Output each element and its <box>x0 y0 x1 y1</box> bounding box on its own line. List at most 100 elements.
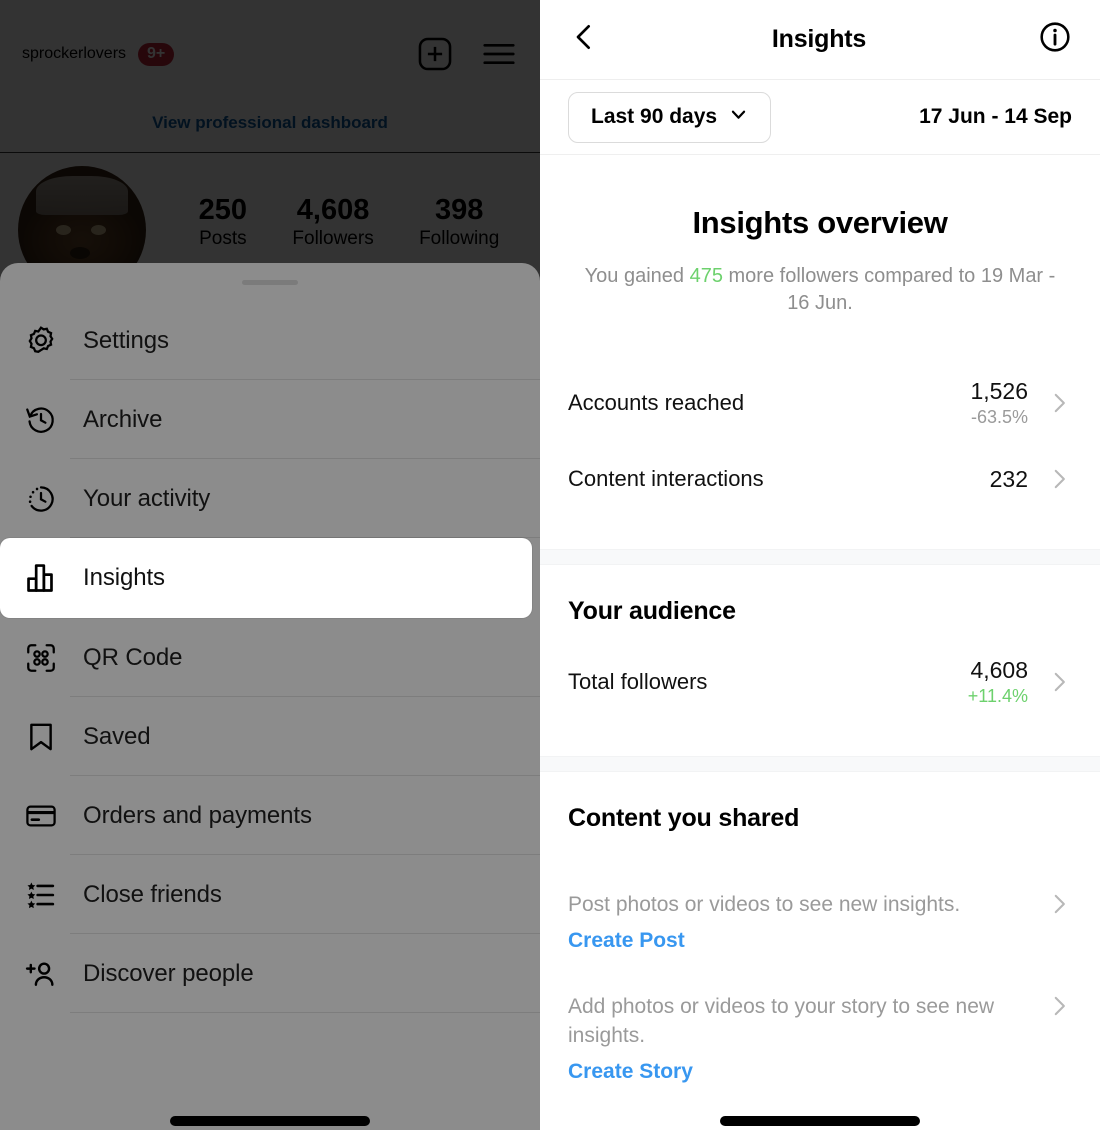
metric-values: 4,608 +11.4% <box>968 657 1028 707</box>
stat-posts-value: 250 <box>198 194 248 226</box>
date-range-value: 17 Jun - 14 Sep <box>919 105 1072 128</box>
shared-row-text: Add photos or videos to your story to se… <box>568 995 995 1047</box>
overview-subtitle: You gained 475 more followers compared t… <box>580 263 1060 317</box>
chevron-down-icon <box>729 105 748 130</box>
back-chevron-icon[interactable] <box>568 21 600 58</box>
qr-code-icon <box>12 641 70 675</box>
date-range-bar: Last 90 days 17 Jun - 14 Sep <box>540 80 1100 155</box>
profile-menu-list: Settings Archive Your activity Insights … <box>0 301 540 1013</box>
menu-item-qr-code[interactable]: QR Code <box>0 618 540 697</box>
menu-item-saved[interactable]: Saved <box>0 697 540 776</box>
new-post-icon[interactable] <box>416 35 454 73</box>
instagram-profile-panel: sprockerlovers 9+ View professional dash… <box>0 0 540 1130</box>
overview-subtitle-suffix: more followers compared to 19 Mar - 16 J… <box>722 265 1056 314</box>
shared-row-content: Post photos or videos to see new insight… <box>568 891 1046 953</box>
menu-item-label: Archive <box>83 405 163 433</box>
profile-menu-sheet: Settings Archive Your activity Insights … <box>0 263 540 1130</box>
stat-following-label: Following <box>419 228 500 249</box>
metric-values: 1,526 -63.5% <box>970 378 1028 428</box>
menu-item-orders-and-payments[interactable]: Orders and payments <box>0 776 540 855</box>
shared-row-story[interactable]: Add photos or videos to your story to se… <box>540 993 1100 1084</box>
menu-separator <box>70 1012 540 1013</box>
metric-label: Accounts reached <box>568 390 745 415</box>
insights-overview: Insights overview You gained 475 more fo… <box>540 155 1100 317</box>
settings-gear-icon <box>12 324 70 358</box>
info-circle-icon[interactable] <box>1038 20 1072 59</box>
activity-clock-icon <box>12 482 70 516</box>
sheet-drag-handle[interactable] <box>242 280 298 285</box>
overview-title: Insights overview <box>692 205 948 240</box>
menu-item-archive[interactable]: Archive <box>0 380 540 459</box>
menu-item-label: QR Code <box>83 643 183 671</box>
page-title: Insights <box>771 25 867 53</box>
shared-row-text: Post photos or videos to see new insight… <box>568 893 961 916</box>
metric-value: 1,526 <box>970 378 1028 404</box>
header-divider <box>0 152 540 153</box>
create-post-link[interactable]: Create Post <box>568 929 1028 953</box>
date-range-selector[interactable]: Last 90 days <box>568 91 772 143</box>
metric-delta: +11.4% <box>967 686 1028 706</box>
stat-followers-value: 4,608 <box>296 194 370 226</box>
shared-row-post[interactable]: Post photos or videos to see new insight… <box>540 891 1100 953</box>
close-friends-list-icon <box>12 878 70 912</box>
menu-item-insights[interactable]: Insights <box>0 538 532 618</box>
menu-item-label: Settings <box>83 326 169 354</box>
create-story-link[interactable]: Create Story <box>568 1060 1028 1084</box>
profile-stats: 250 Posts 4,608 Followers 398 Following <box>146 166 522 250</box>
menu-item-label: Insights <box>83 564 165 591</box>
stat-followers[interactable]: 4,608 Followers <box>292 194 373 250</box>
view-professional-dashboard-link[interactable]: View professional dashboard <box>0 105 540 147</box>
metric-label: Total followers <box>568 669 708 694</box>
metric-row-total-followers[interactable]: Total followers 4,608 +11.4% <box>540 644 1100 720</box>
menu-item-settings[interactable]: Settings <box>0 301 540 380</box>
profile-summary-row: + 250 Posts 4,608 Followers 398 Followin… <box>0 166 540 298</box>
metric-value: 232 <box>989 465 1028 492</box>
hamburger-menu-icon[interactable] <box>480 35 518 73</box>
metric-row-accounts-reached[interactable]: Accounts reached 1,526 -63.5% <box>540 365 1100 441</box>
menu-item-label: Orders and payments <box>83 801 312 829</box>
stat-following[interactable]: 398 Following <box>419 194 499 250</box>
section-divider <box>540 756 1100 772</box>
metric-row-content-interactions[interactable]: Content interactions 232 <box>540 441 1100 517</box>
shared-row-content: Add photos or videos to your story to se… <box>568 993 1046 1084</box>
stat-followers-label: Followers <box>292 228 374 249</box>
chevron-right-icon <box>1046 466 1072 492</box>
insights-panel: Insights Last 90 days 17 Jun - 14 Sep In… <box>540 0 1100 1130</box>
menu-item-label: Your activity <box>83 484 211 512</box>
chevron-right-icon <box>1046 891 1072 917</box>
bookmark-icon <box>12 720 70 754</box>
overview-followers-gained: 475 <box>689 265 723 287</box>
home-indicator <box>170 1116 370 1126</box>
avatar-detail <box>90 224 106 235</box>
chevron-right-icon <box>1046 669 1072 695</box>
menu-item-discover-people[interactable]: Discover people <box>0 934 540 1013</box>
menu-item-close-friends[interactable]: Close friends <box>0 855 540 934</box>
archive-clock-icon <box>12 403 70 437</box>
chevron-right-icon <box>1046 390 1072 416</box>
section-divider <box>540 549 1100 565</box>
overview-subtitle-prefix: You gained <box>584 265 690 287</box>
metric-delta: -63.5% <box>970 407 1028 427</box>
chevron-right-icon <box>1046 993 1072 1019</box>
credit-card-icon <box>12 799 70 833</box>
metric-values: 232 <box>990 466 1028 493</box>
stat-posts[interactable]: 250 Posts <box>199 194 247 250</box>
menu-item-your-activity[interactable]: Your activity <box>0 459 540 538</box>
notification-badge: 9+ <box>138 42 175 66</box>
avatar-detail <box>70 246 91 259</box>
insights-header: Insights <box>540 0 1100 80</box>
metric-value: 4,608 <box>970 657 1028 683</box>
add-person-icon <box>12 957 70 991</box>
avatar-detail <box>56 224 72 235</box>
menu-item-label: Discover people <box>83 959 254 987</box>
menu-item-label: Close friends <box>83 880 222 908</box>
insights-bar-chart-icon <box>12 561 70 595</box>
menu-item-label: Saved <box>83 722 151 750</box>
username-label: sprockerlovers <box>22 45 127 62</box>
